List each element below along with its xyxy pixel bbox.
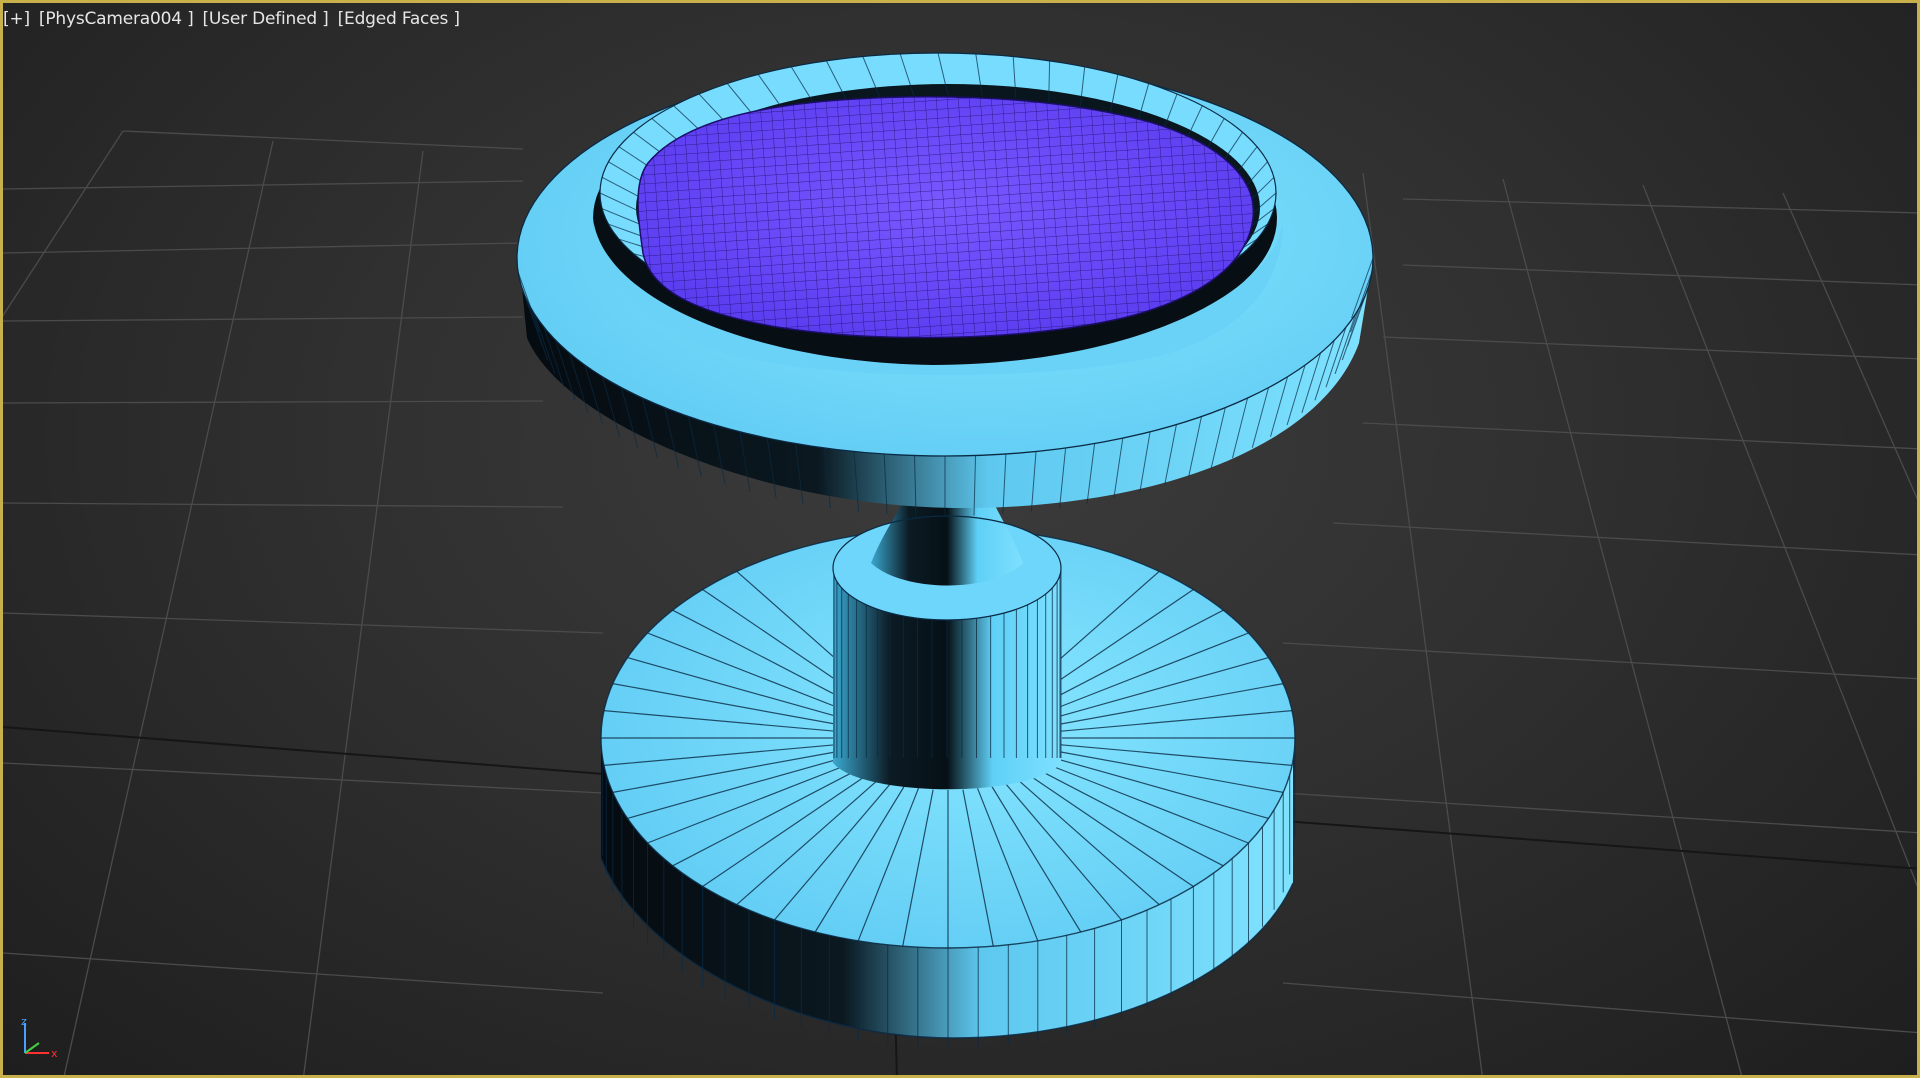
fountain-stem	[832, 501, 1062, 790]
axis-z-label: z	[21, 1015, 27, 1028]
viewport-label-menu: [+] [PhysCamera004 ] [User Defined ] [Ed…	[3, 9, 460, 33]
viewport-camera-menu[interactable]: [PhysCamera004 ]	[39, 9, 194, 33]
axis-x-label: x	[51, 1047, 58, 1060]
perspective-viewport[interactable]: [+] [PhysCamera004 ] [User Defined ] [Ed…	[0, 0, 1920, 1078]
viewport-scene[interactable]	[3, 3, 1920, 1078]
viewport-shading-menu[interactable]: [User Defined ]	[203, 9, 329, 33]
viewport-display-menu[interactable]: [Edged Faces ]	[338, 9, 460, 33]
axis-tripod-icon: z x	[21, 1015, 58, 1060]
viewport-general-menu[interactable]: [+]	[3, 9, 30, 33]
